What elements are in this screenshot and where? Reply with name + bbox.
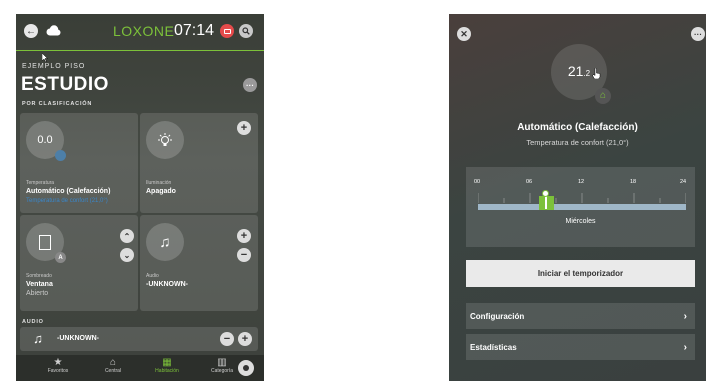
user-icon (243, 365, 249, 371)
star-icon: ★ (53, 357, 63, 368)
notifications-button[interactable] (220, 24, 234, 38)
audio-card[interactable]: ♫ + − Audio -UNKNOWN- (140, 215, 258, 311)
statistics-row[interactable]: Estadísticas › (466, 334, 695, 360)
grid-icon: ▦ (162, 357, 172, 368)
audio-value: -UNKNOWN- (146, 281, 188, 288)
shading-label: Sombreado (26, 273, 52, 279)
shading-card[interactable]: A ⌃ ⌄ Sombreado Ventana Abierto (20, 215, 138, 311)
shading-auto-badge: A (55, 252, 66, 263)
home-icon: ⌂ (599, 90, 607, 101)
comfort-period (539, 196, 554, 210)
shading-up-button[interactable]: ⌃ (120, 229, 134, 243)
temperature-badge (55, 150, 66, 161)
section-label: POR CLASIFICACIÓN (22, 101, 93, 107)
audio-icon-circle: ♫ (146, 223, 184, 261)
nav-item-central[interactable]: ⌂ Central (91, 357, 135, 379)
lighting-add-button[interactable]: + (237, 121, 251, 135)
hour-label: 12 (578, 179, 585, 185)
current-time-dot (542, 190, 549, 197)
audio-row[interactable]: ♫ -UNKNOWN- − + (20, 327, 258, 351)
timeline-bar (478, 204, 686, 210)
temperature-label: Temperatura (26, 180, 55, 186)
bottom-nav: ★ Favoritos ⌂ Central ▦ Habitación ▥ Cat… (16, 355, 264, 381)
climate-detail-screen: ✕ ··· 21.2 ⌂ Automático (Calefacción) Te… (449, 14, 706, 381)
header-divider (16, 50, 264, 51)
hour-label: 06 (526, 179, 533, 185)
window-icon (39, 234, 51, 250)
comfort-temperature: Temperatura de confort (21,0°) (526, 138, 629, 147)
room-title: ESTUDIO (21, 74, 109, 95)
brand-logo: LOXONE (113, 23, 175, 39)
lighting-icon-circle (146, 121, 184, 159)
shading-sub: Abierto (26, 290, 49, 297)
temperature-main: 21 (567, 63, 584, 79)
lighting-card[interactable]: + Iluminación Apagado (140, 113, 258, 213)
music-note-icon: ♫ (33, 330, 43, 346)
audio-volume-up-button[interactable]: + (237, 229, 251, 243)
temperature-mode: Automático (Calefacción) (26, 188, 111, 195)
lightbulb-icon (158, 133, 172, 146)
configuration-label: Configuración (470, 311, 525, 321)
nav-label: Favoritos (47, 368, 69, 374)
shading-value: Ventana (26, 281, 53, 288)
hour-label: 00 (474, 179, 481, 185)
nav-item-habitacion[interactable]: ▦ Habitación (145, 357, 189, 379)
weather-cloud-icon[interactable] (44, 23, 62, 37)
climate-mode: Automático (Calefacción) (517, 122, 638, 133)
temperature-decimal: .2 (583, 69, 591, 78)
chevron-right-icon: › (683, 310, 687, 322)
hand-cursor-icon (592, 68, 601, 79)
nav-label: Central (104, 368, 122, 374)
back-button[interactable]: ← (24, 24, 38, 38)
statistics-label: Estadísticas (470, 342, 517, 352)
lighting-label: Iluminación (146, 180, 172, 186)
start-timer-label: Iniciar el temporizador (537, 269, 624, 278)
shading-down-button[interactable]: ⌄ (120, 248, 134, 262)
hour-label: 24 (680, 179, 687, 185)
audio-label: Audio (146, 273, 159, 279)
configuration-row[interactable]: Configuración › (466, 303, 695, 329)
close-button[interactable]: ✕ (457, 27, 471, 41)
nav-item-favoritos[interactable]: ★ Favoritos (36, 357, 80, 379)
timeline-ticks (478, 193, 686, 203)
audio-row-value: -UNKNOWN- (57, 335, 99, 342)
temperature-sub: Temperatura de confort (21,0°) (26, 198, 108, 204)
audio-section-label: AUDIO (22, 319, 44, 325)
audio-row-plus-button[interactable]: + (238, 332, 252, 346)
temperature-dial-value: 0.0 (37, 134, 53, 146)
search-icon (242, 27, 250, 35)
hour-label: 18 (630, 179, 637, 185)
more-button[interactable]: ··· (691, 27, 705, 41)
mouse-cursor-icon (42, 53, 48, 62)
audio-volume-down-button[interactable]: − (237, 248, 251, 262)
message-icon (223, 28, 231, 34)
chevron-right-icon: › (683, 341, 687, 353)
profile-button[interactable] (238, 360, 254, 376)
music-note-icon: ♫ (159, 233, 171, 251)
search-button[interactable] (239, 24, 253, 38)
day-label: Miércoles (565, 218, 596, 225)
schedule-timeline[interactable]: 00 06 12 18 24 Miércoles (466, 167, 695, 247)
shading-auto-badge-text: A (58, 254, 63, 261)
room-screen: ← LOXONE 07:14 EJEMPLO PISO ESTUDIO ··· … (16, 14, 264, 381)
audio-row-minus-button[interactable]: − (220, 332, 234, 346)
home-mode-badge: ⌂ (595, 88, 611, 104)
start-timer-button[interactable]: Iniciar el temporizador (466, 260, 695, 287)
lighting-value: Apagado (146, 188, 176, 195)
home-icon: ⌂ (109, 357, 117, 368)
temperature-card[interactable]: 0.0 Temperatura Automático (Calefacción)… (20, 113, 138, 213)
nav-label: Habitación (155, 368, 179, 374)
clock: 07:14 (174, 22, 215, 39)
room-more-button[interactable]: ··· (243, 78, 257, 92)
location-label: EJEMPLO PISO (22, 63, 86, 70)
